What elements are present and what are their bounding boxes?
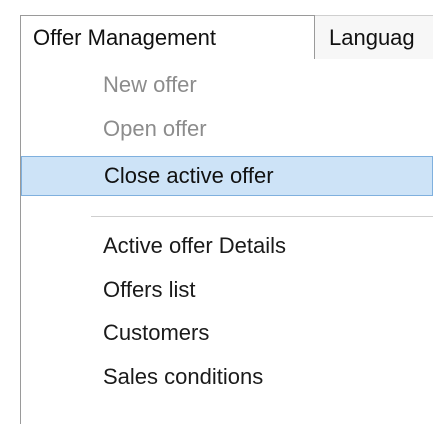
menu-separator	[91, 216, 433, 218]
menu-item-close-active-offer[interactable]: Close active offer	[21, 156, 433, 196]
menu-language[interactable]: Languag	[315, 15, 433, 59]
menu-offer-management[interactable]: Offer Management	[20, 15, 315, 60]
app-window: Offer Management Languag New offer Open …	[0, 0, 433, 424]
menu-item-offers-list[interactable]: Offers list	[21, 270, 433, 310]
menu-item-new-offer[interactable]: New offer	[21, 65, 433, 105]
menu-item-active-offer-details[interactable]: Active offer Details	[21, 226, 433, 266]
menu-item-open-offer[interactable]: Open offer	[21, 109, 433, 149]
menu-bar: Offer Management Languag	[20, 15, 433, 60]
menu-item-sales-conditions[interactable]: Sales conditions	[21, 357, 433, 397]
offer-management-dropdown: New offer Open offer Close active offer …	[20, 59, 433, 424]
menu-item-customers[interactable]: Customers	[21, 313, 433, 353]
